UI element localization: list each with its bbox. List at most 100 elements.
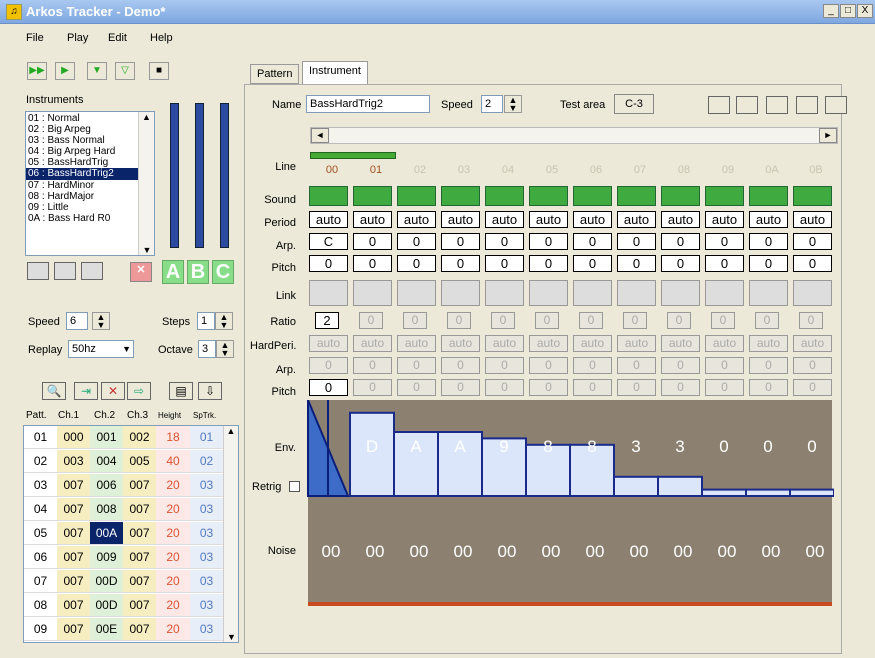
ratio-cell[interactable]: 0 [403, 312, 427, 329]
pitch-cell[interactable]: 0 [749, 255, 788, 272]
arp2-cell[interactable]: 0 [661, 357, 700, 374]
pitch2-cell[interactable]: 0 [617, 379, 656, 396]
sound-checkbox[interactable] [573, 186, 612, 206]
arp-cell[interactable]: 0 [485, 233, 524, 250]
pitch-cell[interactable]: 0 [793, 255, 832, 272]
arp-cell[interactable]: 0 [705, 233, 744, 250]
pitch-cell[interactable]: 0 [617, 255, 656, 272]
sound-checkbox[interactable] [485, 186, 524, 206]
pitch-cell[interactable]: 0 [309, 255, 348, 272]
pattern-cell[interactable]: 006 [90, 474, 123, 497]
ratio-cell[interactable]: 0 [579, 312, 603, 329]
speed-spinner[interactable]: ▲ ▼ [92, 312, 110, 330]
goto-start-icon[interactable] [708, 96, 730, 114]
pattern-cell[interactable]: 05 [24, 522, 57, 545]
sound-checkbox[interactable] [749, 186, 788, 206]
pattern-cell[interactable]: 001 [90, 426, 123, 449]
arp2-cell[interactable]: 0 [573, 357, 612, 374]
envelope-bar[interactable] [701, 488, 747, 497]
pattern-cell[interactable]: 03 [190, 498, 223, 521]
pattern-cell[interactable]: 03 [190, 618, 223, 641]
play-from-cursor-icon[interactable]: ▽ [115, 62, 135, 80]
pitch2-cell[interactable]: 0 [529, 379, 568, 396]
pattern-cell[interactable]: 03 [190, 522, 223, 545]
move-pattern-icon[interactable]: ⇨ [127, 382, 151, 400]
play-line-icon[interactable]: ▼ [87, 62, 107, 80]
sound-checkbox[interactable] [397, 186, 436, 206]
arp2-cell[interactable]: 0 [397, 357, 436, 374]
link-selector[interactable] [397, 280, 436, 306]
ratio-cell[interactable]: 0 [491, 312, 515, 329]
play-pattern-icon[interactable]: ▶ [55, 62, 75, 80]
pattern-cell[interactable]: 20 [156, 498, 190, 521]
sound-checkbox[interactable] [705, 186, 744, 206]
menu-edit[interactable]: Edit [108, 32, 127, 44]
period-cell[interactable]: auto [529, 211, 568, 228]
pattern-cell[interactable]: 20 [156, 474, 190, 497]
period-cell[interactable]: auto [661, 211, 700, 228]
pattern-cell[interactable]: 03 [24, 474, 57, 497]
arp2-cell[interactable]: 0 [749, 357, 788, 374]
pitch-cell[interactable]: 0 [529, 255, 568, 272]
link-selector[interactable] [441, 280, 480, 306]
ratio-cell[interactable]: 0 [447, 312, 471, 329]
hardperi-cell[interactable]: auto [397, 335, 436, 352]
pitch-cell[interactable]: 0 [661, 255, 700, 272]
pattern-cell[interactable]: 20 [156, 570, 190, 593]
hardperi-cell[interactable]: auto [705, 335, 744, 352]
pattern-cell[interactable]: 000 [57, 426, 90, 449]
pattern-cell[interactable]: 04 [24, 498, 57, 521]
arp-cell[interactable]: 0 [793, 233, 832, 250]
pattern-cell[interactable]: 00E [90, 618, 123, 641]
pitch2-cell[interactable]: 0 [353, 379, 392, 396]
hardperi-cell[interactable]: auto [353, 335, 392, 352]
speed-field[interactable]: 6 [66, 312, 88, 330]
ratio-cell[interactable]: 0 [799, 312, 823, 329]
pattern-cell[interactable]: 007 [123, 474, 156, 497]
hardperi-cell[interactable]: auto [529, 335, 568, 352]
period-cell[interactable]: auto [309, 211, 348, 228]
close-button[interactable]: X [857, 4, 873, 18]
pitch-cell[interactable]: 0 [397, 255, 436, 272]
link-selector[interactable] [661, 280, 700, 306]
period-cell[interactable]: auto [749, 211, 788, 228]
instrument-list-scrollbar[interactable]: ▲ ▼ [138, 112, 154, 255]
test-note-button[interactable]: C-3 [614, 94, 654, 114]
pitch-cell[interactable]: 0 [573, 255, 612, 272]
delete-column-icon[interactable] [796, 96, 818, 114]
instrument-list[interactable]: 01 : Normal 02 : Big Arpeg 03 : Bass Norma… [25, 111, 155, 256]
menu-help[interactable]: Help [150, 32, 173, 44]
pattern-cell[interactable]: 003 [57, 450, 90, 473]
pattern-cell[interactable]: 03 [190, 570, 223, 593]
pattern-cell[interactable]: 007 [57, 594, 90, 617]
pattern-cell[interactable]: 002 [123, 426, 156, 449]
pattern-cell[interactable]: 08 [24, 594, 57, 617]
ratio-cell[interactable]: 0 [359, 312, 383, 329]
channel-a-button[interactable]: A [162, 260, 184, 284]
sound-checkbox[interactable] [793, 186, 832, 206]
pitch2-cell[interactable]: 0 [441, 379, 480, 396]
maximize-button[interactable]: □ [840, 4, 856, 18]
pattern-cell[interactable]: 20 [156, 546, 190, 569]
pattern-cell[interactable]: 20 [156, 594, 190, 617]
arp2-cell[interactable]: 0 [485, 357, 524, 374]
pattern-cell[interactable]: 09 [24, 618, 57, 641]
hardperi-cell[interactable]: auto [617, 335, 656, 352]
arp2-cell[interactable]: 0 [309, 357, 348, 374]
editor-speed-spinner[interactable]: ▲ ▼ [504, 95, 522, 113]
hardperi-cell[interactable]: auto [309, 335, 348, 352]
pattern-cell[interactable]: 007 [123, 594, 156, 617]
pitch2-cell[interactable]: 0 [309, 379, 348, 396]
octave-spinner[interactable]: ▲ ▼ [216, 340, 234, 358]
stop-icon[interactable]: ■ [149, 62, 169, 80]
editor-speed-field[interactable]: 2 [481, 95, 503, 113]
pitch2-cell[interactable]: 0 [485, 379, 524, 396]
link-selector[interactable] [529, 280, 568, 306]
pattern-cell[interactable]: 06 [24, 546, 57, 569]
pitch2-cell[interactable]: 0 [749, 379, 788, 396]
instrument-list-item[interactable]: 06 : BassHardTrig2 [26, 168, 138, 180]
menu-play[interactable]: Play [67, 32, 88, 44]
envelope-bar[interactable] [613, 475, 659, 498]
instrument-list-item[interactable]: 04 : Big Arpeg Hard [26, 146, 138, 157]
scroll-left-icon[interactable]: ◄ [311, 128, 329, 143]
